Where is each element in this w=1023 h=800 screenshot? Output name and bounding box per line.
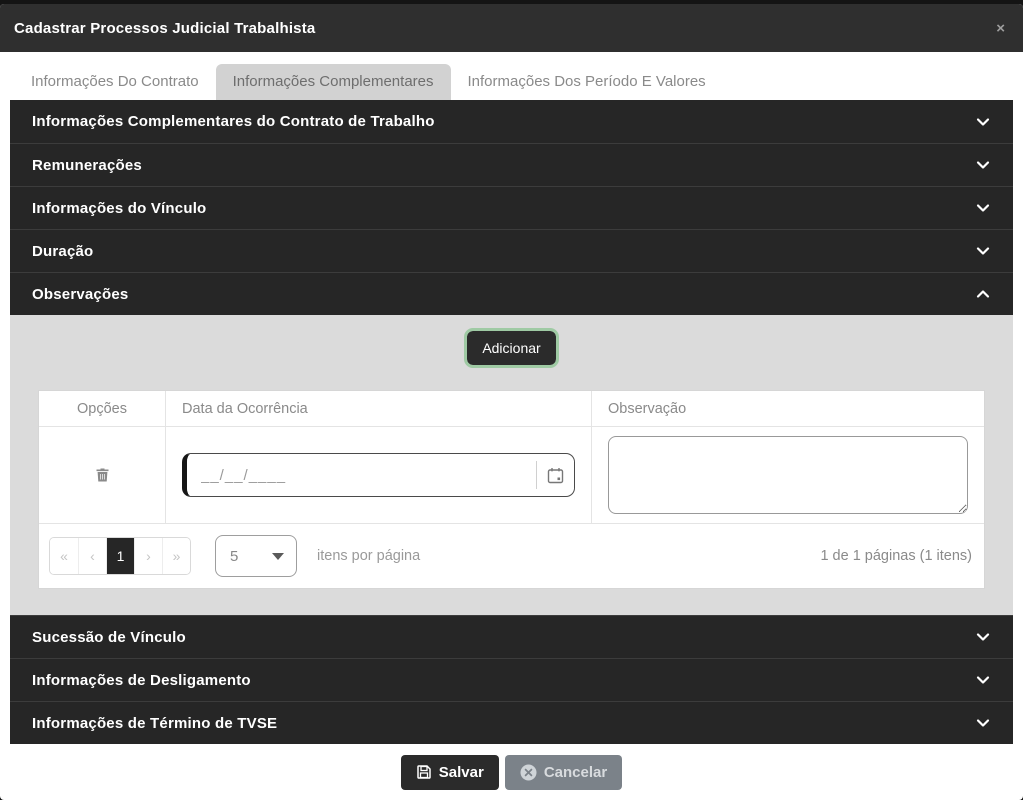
page-size-select[interactable]: 5	[215, 535, 297, 577]
pager: « ‹ 1 › »	[49, 537, 191, 575]
chevron-down-icon	[975, 243, 991, 259]
delete-row-button[interactable]	[95, 467, 110, 483]
chevron-down-icon	[975, 629, 991, 645]
salvar-label: Salvar	[439, 764, 484, 781]
accordion-header-informacoes-complementares-contrato[interactable]: Informações Complementares do Contrato d…	[10, 100, 1013, 143]
accordion-header-informacoes-vinculo[interactable]: Informações do Vínculo	[10, 186, 1013, 229]
chevron-down-icon	[975, 672, 991, 688]
close-icon[interactable]: ×	[996, 21, 1005, 36]
tab-bar: Informações Do Contrato Informações Comp…	[0, 52, 1023, 100]
observation-cell	[591, 427, 984, 523]
first-page-button[interactable]: «	[50, 538, 78, 574]
accordion-label: Informações de Término de TVSE	[32, 715, 277, 732]
modal-header: Cadastrar Processos Judicial Trabalhista…	[0, 4, 1023, 52]
accordion-label: Informações do Vínculo	[32, 200, 206, 217]
calendar-icon	[547, 467, 564, 484]
chevron-up-icon	[975, 286, 991, 302]
column-header-observacao: Observação	[591, 391, 984, 426]
chevron-down-icon	[975, 715, 991, 731]
tab-informacoes-complementares[interactable]: Informações Complementares	[216, 64, 451, 100]
accordion-header-sucessao-vinculo[interactable]: Sucessão de Vínculo	[10, 615, 1013, 658]
calendar-button[interactable]	[536, 461, 574, 489]
add-row: Adicionar	[38, 331, 985, 365]
date-cell	[165, 427, 591, 523]
cancelar-label: Cancelar	[544, 764, 607, 781]
pagination-summary: 1 de 1 páginas (1 itens)	[820, 548, 972, 564]
chevron-down-icon	[975, 114, 991, 130]
page-1-button[interactable]: 1	[106, 538, 134, 574]
observacoes-table: Opções Data da Ocorrência Observação	[38, 390, 985, 589]
page-size-value: 5	[230, 548, 238, 565]
cancelar-button[interactable]: Cancelar	[505, 755, 622, 790]
prev-page-button[interactable]: ‹	[78, 538, 106, 574]
adicionar-button[interactable]: Adicionar	[467, 331, 555, 365]
chevron-down-icon	[975, 157, 991, 173]
accordion-header-remuneracoes[interactable]: Remunerações	[10, 143, 1013, 186]
accordion-label: Duração	[32, 243, 93, 260]
accordion-header-informacoes-desligamento[interactable]: Informações de Desligamento	[10, 658, 1013, 701]
modal-cadastrar-processos: Cadastrar Processos Judicial Trabalhista…	[0, 4, 1023, 800]
modal-footer: Salvar Cancelar	[0, 744, 1023, 800]
save-icon	[416, 764, 432, 780]
data-ocorrencia-input[interactable]	[187, 454, 536, 496]
modal-title: Cadastrar Processos Judicial Trabalhista	[14, 20, 315, 37]
salvar-button[interactable]: Salvar	[401, 755, 499, 790]
column-header-data-ocorrencia: Data da Ocorrência	[165, 391, 591, 426]
chevron-down-icon	[975, 200, 991, 216]
accordion-header-termino-tvse[interactable]: Informações de Término de TVSE	[10, 701, 1013, 744]
accordion-label: Informações de Desligamento	[32, 672, 251, 689]
tab-informacoes-do-contrato[interactable]: Informações Do Contrato	[14, 64, 216, 100]
accordion-label: Sucessão de Vínculo	[32, 629, 186, 646]
next-page-button[interactable]: ›	[134, 538, 162, 574]
accordion-header-duracao[interactable]: Duração	[10, 229, 1013, 272]
trash-icon	[95, 467, 110, 483]
last-page-button[interactable]: »	[162, 538, 190, 574]
accordion-header-observacoes[interactable]: Observações	[10, 272, 1013, 315]
accordion-label: Informações Complementares do Contrato d…	[32, 113, 435, 130]
items-per-page-label: itens por página	[317, 548, 420, 564]
pagination-bar: « ‹ 1 › » 5 itens por página 1 de 1 pági…	[39, 524, 984, 588]
accordion: Informações Complementares do Contrato d…	[10, 100, 1013, 744]
tab-informacoes-periodo-valores[interactable]: Informações Dos Período E Valores	[451, 64, 723, 100]
chevron-down-icon	[272, 553, 284, 560]
table-header-row: Opções Data da Ocorrência Observação	[39, 391, 984, 427]
observacoes-panel: Adicionar Opções Data da Ocorrência Obse…	[10, 315, 1013, 615]
table-row	[39, 427, 984, 524]
accordion-label: Remunerações	[32, 157, 142, 174]
observacao-textarea[interactable]	[608, 436, 968, 514]
date-input-wrapper	[182, 453, 575, 497]
column-header-opcoes: Opções	[39, 391, 165, 426]
options-cell	[39, 427, 165, 523]
accordion-label: Observações	[32, 286, 128, 303]
cancel-icon	[520, 764, 537, 781]
